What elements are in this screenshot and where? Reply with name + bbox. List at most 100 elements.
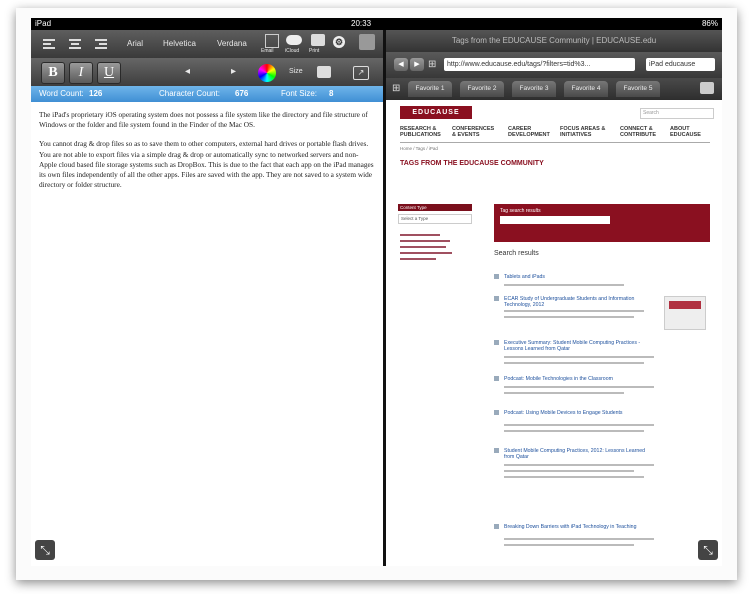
site-nav-item[interactable]: CAREER DEVELOPMENT	[508, 126, 552, 138]
browser-toolbar: ◀ ▶ ⊞ http://www.educause.edu/tags/?filt…	[386, 52, 722, 78]
font-arial-button[interactable]: Arial	[127, 39, 143, 48]
result-thumbnail[interactable]	[664, 296, 706, 330]
color-wheel-icon[interactable]	[258, 64, 276, 82]
editor-toolbar-top: Arial Helvetica Verdana Email iCloud Pri…	[31, 30, 383, 58]
tag-search-label: Tag search results	[500, 208, 541, 214]
tag-search-input[interactable]	[500, 216, 610, 224]
favorites-icon[interactable]: ⊞	[392, 83, 400, 94]
result-snippet	[504, 464, 654, 466]
result-snippet	[504, 476, 644, 478]
font-verdana-button[interactable]: Verdana	[217, 39, 247, 48]
align-center-icon[interactable]	[69, 39, 81, 49]
result-link[interactable]: Breaking Down Barriers with iPad Technol…	[504, 524, 654, 530]
site-logo[interactable]: EDUCAUSE	[400, 106, 472, 119]
bold-button[interactable]: B	[41, 62, 65, 84]
result-snippet	[504, 362, 644, 364]
url-field[interactable]: http://www.educause.edu/tags/?filters=ti…	[444, 58, 635, 71]
site-nav-item[interactable]: RESEARCH & PUBLICATIONS	[400, 126, 444, 138]
result-link[interactable]: Podcast: Mobile Technologies in the Clas…	[504, 376, 654, 382]
result-snippet	[504, 544, 634, 546]
sidebar-link[interactable]	[400, 258, 436, 260]
share-icon[interactable]: ↗	[353, 66, 369, 80]
site-nav-item[interactable]: CONFERENCES & EVENTS	[452, 126, 498, 138]
email-label: Email	[261, 48, 274, 54]
browser-pane: Tags from the EDUCAUSE Community | EDUCA…	[386, 30, 722, 566]
print-icon[interactable]	[311, 34, 325, 46]
increase-size-icon[interactable]: ▸	[231, 66, 236, 77]
result-bullet-icon	[494, 296, 499, 301]
tag-search-box: Tag search results	[494, 204, 710, 242]
result-snippet	[504, 386, 654, 388]
bookmarks-icon[interactable]: ⊞	[428, 58, 436, 71]
sidebar-link[interactable]	[400, 234, 440, 236]
result-snippet	[504, 316, 634, 318]
expand-icon[interactable]: ⤡	[35, 540, 55, 560]
result-snippet	[504, 392, 624, 394]
result-link[interactable]: Podcast: Using Mobile Devices to Engage …	[504, 410, 654, 416]
search-field[interactable]: iPad educause	[646, 58, 715, 71]
favorites-bar: ⊞ Favorite 1 Favorite 2 Favorite 3 Favor…	[386, 78, 722, 100]
paragraph[interactable]: The iPad's proprietary iOS operating sys…	[39, 110, 375, 130]
web-content: EDUCAUSE Search RESEARCH & PUBLICATIONS …	[394, 104, 716, 564]
counter-bar: Word Count: 126 Character Count: 676 Fon…	[31, 86, 383, 102]
sidebar-select[interactable]: Select a Type	[398, 214, 472, 224]
print-label: Print	[309, 48, 320, 54]
carrier-label: iPad	[35, 19, 52, 28]
print-icon[interactable]	[700, 82, 714, 94]
breadcrumb[interactable]: Home / Tags / iPad	[400, 146, 438, 151]
expand-icon[interactable]: ⤡	[698, 540, 718, 560]
font-size-label: Font Size:	[281, 89, 318, 98]
site-search-input[interactable]: Search	[640, 108, 714, 119]
decrease-size-icon[interactable]: ◂	[185, 66, 190, 77]
font-size-value: 8	[329, 89, 334, 98]
email-icon[interactable]	[265, 34, 279, 48]
favorite-tab-4[interactable]: Favorite 4	[564, 81, 608, 97]
italic-button[interactable]: I	[69, 62, 93, 84]
forward-button[interactable]: ▶	[410, 58, 424, 71]
char-count-value: 676	[235, 89, 249, 98]
favorite-tab-5[interactable]: Favorite 5	[616, 81, 660, 97]
split-view-icon[interactable]	[359, 34, 375, 50]
result-snippet	[504, 356, 654, 358]
result-snippet	[504, 430, 644, 432]
result-link[interactable]: ECAR Study of Undergraduate Students and…	[504, 296, 654, 308]
sidebar-heading: Content Type	[398, 204, 472, 211]
align-left-icon[interactable]	[43, 39, 55, 49]
editor-pane: Arial Helvetica Verdana Email iCloud Pri…	[31, 30, 383, 566]
status-bar: iPad 20:33 86%	[31, 18, 722, 30]
underline-button[interactable]: U	[97, 62, 121, 84]
sidebar-link[interactable]	[400, 252, 452, 254]
result-link[interactable]: Student Mobile Computing Practices, 2012…	[504, 448, 654, 460]
word-count-value: 126	[89, 89, 103, 98]
favorite-tab-2[interactable]: Favorite 2	[460, 81, 504, 97]
document-text[interactable]: The iPad's proprietary iOS operating sys…	[39, 110, 375, 199]
size-label: Size	[289, 68, 303, 75]
result-snippet	[504, 310, 644, 312]
align-right-icon[interactable]	[95, 39, 107, 49]
site-nav-item[interactable]: CONNECT & CONTRIBUTE	[620, 126, 658, 138]
result-link[interactable]: Executive Summary: Student Mobile Comput…	[504, 340, 654, 352]
sidebar-link[interactable]	[400, 246, 446, 248]
result-bullet-icon	[494, 410, 499, 415]
back-button[interactable]: ◀	[394, 58, 408, 71]
settings-icon[interactable]: ⚙	[333, 36, 345, 48]
result-snippet	[504, 470, 634, 472]
result-link[interactable]: Tablets and iPads	[504, 274, 654, 280]
font-helvetica-button[interactable]: Helvetica	[163, 39, 196, 48]
result-bullet-icon	[494, 376, 499, 381]
camera-icon[interactable]	[317, 66, 331, 78]
result-bullet-icon	[494, 340, 499, 345]
result-bullet-icon	[494, 274, 499, 279]
result-bullet-icon	[494, 524, 499, 529]
site-nav-item[interactable]: ABOUT EDUCAUSE	[670, 126, 710, 138]
result-snippet	[504, 538, 654, 540]
favorite-tab-3[interactable]: Favorite 3	[512, 81, 556, 97]
sidebar-link[interactable]	[400, 240, 450, 242]
favorite-tab-1[interactable]: Favorite 1	[408, 81, 452, 97]
result-bullet-icon	[494, 448, 499, 453]
results-heading: Search results	[494, 250, 539, 257]
paragraph[interactable]: You cannot drag & drop files so as to sa…	[39, 139, 375, 190]
site-nav-item[interactable]: FOCUS AREAS & INITIATIVES	[560, 126, 606, 138]
icloud-icon[interactable]	[286, 35, 302, 45]
icloud-label: iCloud	[285, 48, 300, 54]
